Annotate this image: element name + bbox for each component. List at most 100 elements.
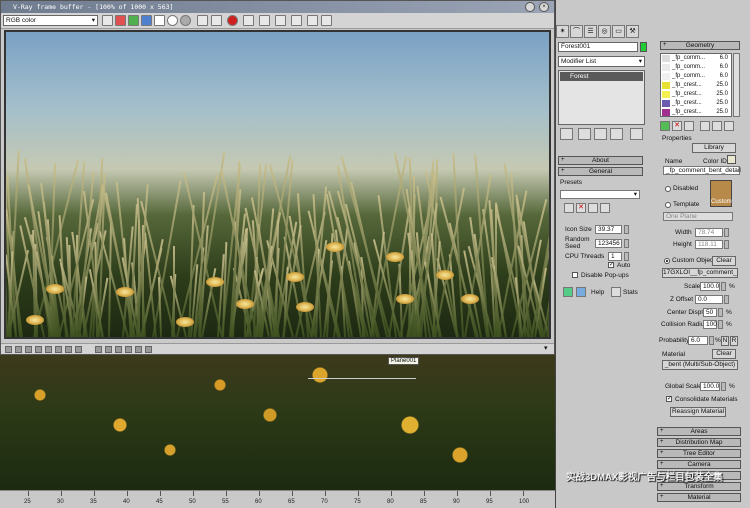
srgb-icon[interactable] (65, 346, 72, 353)
height-input[interactable]: 118.11 (695, 240, 723, 249)
cpu-threads-input[interactable]: 1 (608, 252, 622, 261)
general-rollout[interactable]: General (558, 167, 643, 176)
load-preset-icon[interactable] (588, 203, 598, 213)
geometry-list-item[interactable]: _fp_crest... 25.0 (661, 81, 731, 90)
create-tab-icon[interactable]: ✶ (556, 25, 569, 38)
remove-modifier-icon[interactable] (610, 128, 623, 140)
probability-spinner[interactable] (709, 336, 714, 345)
geometry-rollout[interactable]: Geometry (660, 41, 740, 50)
save-image-icon[interactable] (102, 15, 113, 26)
vfb-title-bar[interactable]: V-Ray frame buffer - [100% of 1000 x 563… (1, 1, 554, 13)
channel-select[interactable]: RGB color ▾ (3, 15, 98, 26)
save-preset-icon[interactable] (564, 203, 574, 213)
geometry-list[interactable]: _fp_comm... 6.0 _fp_comm... 6.0 _fp_comm... 6… (660, 53, 732, 117)
copy-geometry-icon[interactable] (684, 121, 694, 131)
rollout-areas[interactable]: Areas (657, 427, 741, 436)
stats-icon[interactable] (611, 287, 621, 297)
close-icon[interactable]: × (539, 2, 549, 12)
center-displ-spinner[interactable] (718, 308, 723, 317)
geometry-name-field[interactable]: _fp_comment_bent_detail (663, 166, 741, 175)
collision-radius-spinner[interactable] (718, 320, 723, 329)
geometry-list-item[interactable]: _fp_comm... 6.0 (661, 63, 731, 72)
lens-effects-icon[interactable] (275, 15, 286, 26)
curves-icon[interactable] (45, 346, 52, 353)
rollout-tree-editor[interactable]: Tree Editor (657, 449, 741, 458)
options-geometry-icon[interactable] (724, 121, 734, 131)
display-tab-icon[interactable]: ▭ (612, 25, 625, 38)
scale-input[interactable]: 100.0 (700, 282, 720, 291)
hsv-icon[interactable] (55, 346, 62, 353)
cpu-threads-spinner[interactable] (624, 252, 629, 261)
display-correction-icon[interactable] (321, 15, 332, 26)
settings-icon[interactable] (135, 346, 142, 353)
stack-item-forest[interactable]: Forest (560, 72, 643, 81)
utilities-tab-icon[interactable]: ⚒ (626, 25, 639, 38)
update-icon[interactable] (576, 287, 586, 297)
blue-channel-icon[interactable] (141, 15, 152, 26)
plane-mode-dropdown[interactable]: One Plane (663, 212, 733, 221)
levels-icon[interactable] (35, 346, 42, 353)
geometry-list-scrollbar[interactable] (733, 53, 740, 117)
alpha-channel-icon[interactable] (154, 15, 165, 26)
global-scale-input[interactable]: 100.0 (700, 382, 720, 391)
geometry-list-item[interactable]: _fp_crest... 25.0 (661, 108, 731, 116)
modifier-list-dropdown[interactable]: Modifier List ▾ (558, 56, 645, 67)
remove-geometry-icon[interactable]: ✕ (672, 121, 682, 131)
random-seed-input[interactable]: 123456 (595, 239, 622, 248)
follow-mouse-icon[interactable] (211, 15, 222, 26)
rollout-distribution-map[interactable]: Distribution Map (657, 438, 741, 447)
width-spinner[interactable] (724, 228, 729, 237)
width-input[interactable]: 78.74 (695, 228, 723, 237)
presets-dropdown[interactable]: ▾ (560, 190, 640, 199)
paste-geometry-icon[interactable] (700, 121, 710, 131)
object-color-swatch[interactable] (640, 42, 647, 52)
custom-object-clear-button[interactable]: Clear (712, 256, 736, 266)
height-spinner[interactable] (724, 240, 729, 249)
info-icon[interactable] (145, 346, 152, 353)
disabled-radio[interactable] (665, 186, 671, 192)
add-geometry-icon[interactable] (660, 121, 670, 131)
color-id-swatch[interactable] (727, 155, 736, 164)
custom-object-radio[interactable] (664, 258, 670, 264)
red-channel-icon[interactable] (115, 15, 126, 26)
histogram-icon[interactable] (95, 346, 102, 353)
edit-geometry-icon[interactable] (712, 121, 722, 131)
compare-icon[interactable] (105, 346, 112, 353)
refresh-preset-icon[interactable] (600, 203, 610, 213)
zoffset-input[interactable]: 0.0 (695, 295, 723, 304)
clear-image-icon[interactable] (180, 15, 191, 26)
consolidate-materials-checkbox[interactable]: ✓ (666, 396, 672, 402)
hierarchy-tab-icon[interactable]: ☰ (584, 25, 597, 38)
collision-radius-input[interactable]: 100 (703, 320, 717, 329)
probability-n-button[interactable]: N (721, 336, 729, 346)
icon-size-input[interactable]: 39.37 (595, 225, 622, 234)
probability-input[interactable]: 6.0 (688, 336, 708, 345)
geometry-list-item[interactable]: _fp_crest... 25.0 (661, 99, 731, 108)
history-icon[interactable] (5, 346, 12, 353)
stamp-icon[interactable] (125, 346, 132, 353)
custom-object-pick-button[interactable]: 17GXLOI__fp_comment_ber (662, 268, 738, 278)
pin-stack-icon[interactable] (560, 128, 573, 140)
reassign-material-button[interactable]: Reassign Material (670, 407, 726, 417)
timeline-ruler[interactable]: 25 30 35 40 45 50 55 60 65 70 75 80 85 90 95 100 (0, 490, 555, 508)
icon-size-spinner[interactable] (624, 225, 629, 234)
library-button[interactable]: Library (692, 143, 736, 153)
scale-spinner[interactable] (721, 282, 726, 291)
stats-link[interactable]: Stats (623, 289, 638, 296)
help-link[interactable]: Help (591, 289, 604, 296)
rollout-transform[interactable]: Transform (657, 482, 741, 491)
pixel-info-icon[interactable] (291, 15, 302, 26)
motion-tab-icon[interactable]: ◎ (598, 25, 611, 38)
mono-channel-icon[interactable] (167, 15, 178, 26)
geometry-list-item[interactable]: _fp_comm... 6.0 (661, 72, 731, 81)
modify-tab-icon[interactable]: ⌒ (570, 25, 583, 38)
configure-sets-icon[interactable] (630, 128, 643, 140)
object-name-field[interactable]: Forest001 (558, 42, 638, 52)
about-rollout[interactable]: About (558, 156, 643, 165)
random-seed-spinner[interactable] (624, 239, 629, 248)
color-correction-icon[interactable] (307, 15, 318, 26)
exposure-icon[interactable] (25, 346, 32, 353)
global-scale-spinner[interactable] (721, 382, 726, 391)
template-radio[interactable] (665, 202, 671, 208)
make-unique-icon[interactable] (594, 128, 607, 140)
